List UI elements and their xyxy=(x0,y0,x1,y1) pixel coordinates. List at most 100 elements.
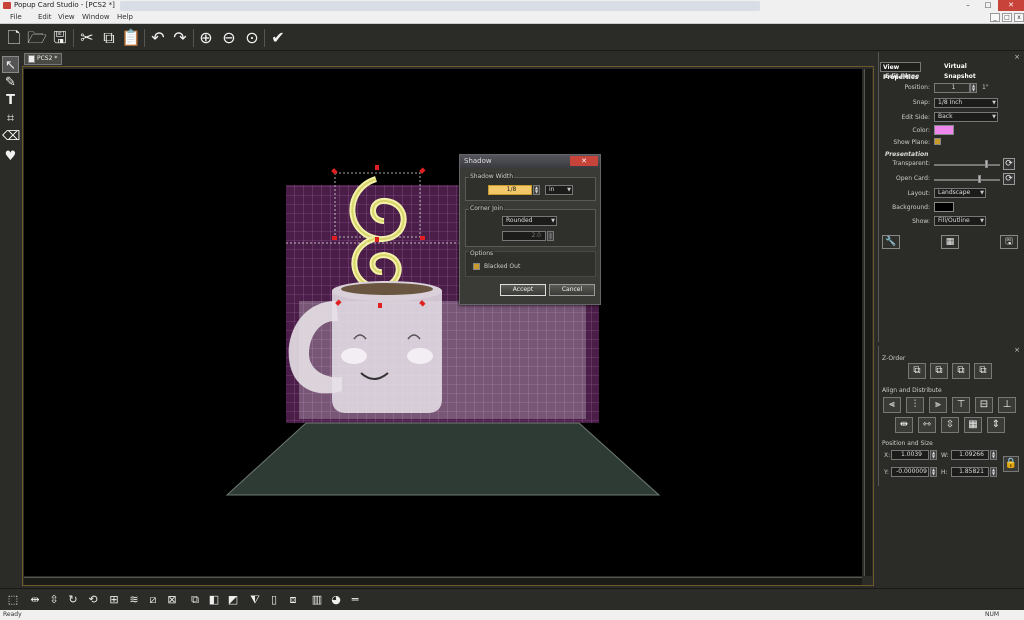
distribute-width-icon[interactable]: ⇿ xyxy=(918,417,936,433)
align-bottom-icon[interactable]: ⊥ xyxy=(998,397,1016,413)
rotate-90-icon[interactable]: ↻ xyxy=(65,592,81,608)
flip-vertical-icon[interactable]: ⇳ xyxy=(46,592,62,608)
select-arrow-icon[interactable]: ↖ xyxy=(2,56,19,73)
x-input[interactable]: 1.0039 xyxy=(891,450,929,460)
transparent-slider-thumb[interactable] xyxy=(984,160,988,168)
corner-amount-input[interactable]: 2.0 xyxy=(502,231,546,241)
position-spinner[interactable]: ▲ ▼ xyxy=(970,83,977,93)
w-spinner[interactable]: ▲ ▼ xyxy=(990,450,997,460)
corner-join-select[interactable]: Rounded xyxy=(502,216,557,226)
dialog-close-button[interactable]: ✕ xyxy=(570,156,598,166)
mdi-minimize-button[interactable]: _ xyxy=(990,13,1000,22)
close-button[interactable]: ✕ xyxy=(998,0,1024,11)
copy-icon[interactable]: ⧉ xyxy=(99,28,119,48)
show-select[interactable]: Fill/Outline xyxy=(934,216,986,226)
shadow-width-input[interactable]: 1/8 xyxy=(488,185,532,195)
bars-icon[interactable]: ▥ xyxy=(309,592,325,608)
heart-icon[interactable]: ♥ xyxy=(2,148,19,165)
plane-color-swatch[interactable] xyxy=(934,125,954,135)
overlap-icon[interactable]: ◩ xyxy=(225,592,241,608)
maximize-button[interactable]: □ xyxy=(978,0,998,11)
distribute-vertical-icon[interactable]: ⇳ xyxy=(941,417,959,433)
transparent-reset-icon[interactable]: ⟳ xyxy=(1003,158,1015,170)
h-input[interactable]: 1.85821 xyxy=(951,467,989,477)
fold-icon[interactable]: ⊞ xyxy=(106,592,122,608)
combine-icon[interactable]: ⧉ xyxy=(187,592,203,608)
send-to-back-icon[interactable]: ⧉ xyxy=(974,363,992,379)
layout-select[interactable]: Landscape xyxy=(934,188,986,198)
w-input[interactable]: 1.09266 xyxy=(951,450,989,460)
minimize-button[interactable]: – xyxy=(958,0,978,11)
menu-window[interactable]: Window xyxy=(82,13,110,21)
corner-amount-spinner[interactable]: ▲ ▼ xyxy=(547,231,554,241)
flip-horizontal-icon[interactable]: ⇹ xyxy=(27,592,43,608)
paste-icon[interactable]: 📋 xyxy=(121,28,141,48)
y-spinner[interactable]: ▲ ▼ xyxy=(930,467,937,477)
align-top-icon[interactable]: ⊤ xyxy=(952,397,970,413)
layers-icon[interactable]: ≋ xyxy=(126,592,142,608)
open-folder-icon[interactable]: 🗁 xyxy=(27,28,47,48)
y-input[interactable]: -0.000009 xyxy=(891,467,929,477)
align-middle-icon[interactable]: ⊟ xyxy=(975,397,993,413)
align-right-icon[interactable]: ⫸ xyxy=(929,397,947,413)
wrench-icon[interactable]: 🔧 xyxy=(882,235,900,249)
redo-icon[interactable]: ↷ xyxy=(170,28,190,48)
undo-icon[interactable]: ↶ xyxy=(148,28,168,48)
new-file-icon[interactable]: 🗋 xyxy=(4,28,24,48)
unit-select[interactable]: in xyxy=(545,185,573,195)
eraser-icon[interactable]: ⌫ xyxy=(2,128,20,145)
lock-aspect-icon[interactable]: 🔒 xyxy=(1003,456,1019,472)
mdi-restore-button[interactable]: □ xyxy=(1002,13,1012,22)
align-left-icon[interactable]: ⫷ xyxy=(883,397,901,413)
select-region-icon[interactable]: ⬚ xyxy=(5,592,21,608)
snap-select[interactable]: 1/8 Inch xyxy=(934,98,998,108)
vertical-scrollbar[interactable] xyxy=(864,69,872,576)
cut-icon[interactable]: ✂ xyxy=(77,28,97,48)
text-icon[interactable]: T xyxy=(2,92,19,109)
background-color-swatch[interactable] xyxy=(934,202,954,212)
x-spinner[interactable]: ▲ ▼ xyxy=(930,450,937,460)
bring-forward-icon[interactable]: ⧉ xyxy=(930,363,948,379)
transparent-slider[interactable] xyxy=(934,164,1000,166)
menu-view[interactable]: View xyxy=(58,13,75,21)
bring-to-front-icon[interactable]: ⧉ xyxy=(908,363,926,379)
mdi-close-button[interactable]: x xyxy=(1014,13,1024,22)
distribute-horizontal-icon[interactable]: ⇹ xyxy=(895,417,913,433)
mirror-icon[interactable]: ⧄ xyxy=(145,592,161,608)
distribute-grid-icon[interactable]: ▦ xyxy=(964,417,982,433)
panel-save-icon[interactable]: 🖫 xyxy=(1000,235,1018,249)
distribute-height-icon[interactable]: ⇕ xyxy=(987,417,1005,433)
zoom-out-icon[interactable]: ⊖ xyxy=(219,28,239,48)
open-card-slider-thumb[interactable] xyxy=(978,175,982,183)
zoom-in-icon[interactable]: ⊕ xyxy=(196,28,216,48)
position-input[interactable]: 1 xyxy=(934,83,970,93)
shadow-width-spinner[interactable]: ▲ ▼ xyxy=(533,185,540,195)
rotate-icon[interactable]: ⟲ xyxy=(85,592,101,608)
horizontal-scrollbar[interactable] xyxy=(24,577,862,585)
arrange-panel-close-icon[interactable]: × xyxy=(1014,346,1020,354)
edit-side-select[interactable]: Back xyxy=(934,112,998,122)
shapes-icon[interactable]: ◧ xyxy=(206,592,222,608)
align-center-icon[interactable]: ⫶ xyxy=(906,397,924,413)
canvas-viewport[interactable] xyxy=(24,69,862,576)
checkmark-icon[interactable]: ✔ xyxy=(268,28,288,48)
cancel-button[interactable]: Cancel xyxy=(549,284,595,296)
h-spinner[interactable]: ▲ ▼ xyxy=(990,467,997,477)
show-plane-checkbox[interactable] xyxy=(934,138,941,145)
book-icon[interactable]: ▯ xyxy=(266,592,282,608)
stack-icon[interactable]: ⧨ xyxy=(247,592,263,608)
open-card-reset-icon[interactable]: ⟳ xyxy=(1003,173,1015,185)
zoom-fit-icon[interactable]: ⊙ xyxy=(242,28,262,48)
save-icon[interactable]: 🖫 xyxy=(50,28,70,48)
menu-help[interactable]: Help xyxy=(117,13,133,21)
crop-icon[interactable]: ⌗ xyxy=(2,110,19,127)
crossbox-icon[interactable]: ⊠ xyxy=(164,592,180,608)
copy-page-icon[interactable]: ⧈ xyxy=(285,592,301,608)
open-card-slider[interactable] xyxy=(934,179,1000,181)
palette-icon[interactable]: ◕ xyxy=(328,592,344,608)
pen-icon[interactable]: ✎ xyxy=(2,74,19,91)
send-backward-icon[interactable]: ⧉ xyxy=(952,363,970,379)
dashes-icon[interactable]: ═ xyxy=(347,592,363,608)
grid-icon[interactable]: ▦ xyxy=(941,235,959,249)
accept-button[interactable]: Accept xyxy=(500,284,546,296)
